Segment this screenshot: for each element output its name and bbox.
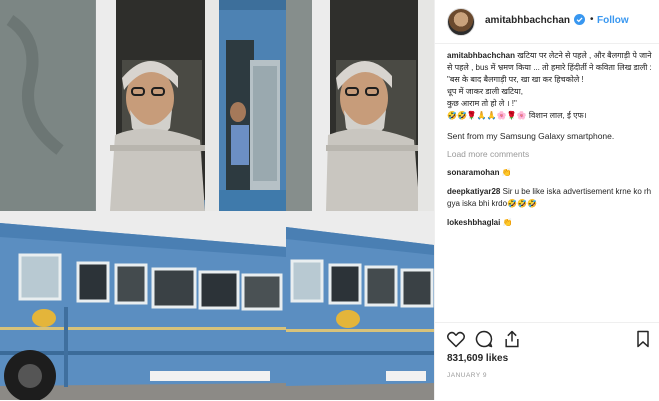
username-link[interactable]: amitabhbachchan <box>485 15 570 26</box>
verified-badge-icon <box>574 14 585 25</box>
post-side-panel: amitabhbachchan • Follow amitabhbachchan… <box>434 0 659 400</box>
caption-sent-from: Sent from my Samsung Galaxy smartphone. <box>447 131 615 141</box>
caption-line-2: धूप में जाकर डाली खटिया, <box>447 87 523 96</box>
bookmark-icon[interactable] <box>633 329 653 349</box>
comment-username[interactable]: deepkatiyar28 <box>447 187 500 196</box>
likes-count[interactable]: 831,609 likes <box>447 353 508 364</box>
comment-username[interactable]: lokeshbhaglai <box>447 218 500 227</box>
photo-blue-bus <box>0 211 286 400</box>
avatar[interactable] <box>447 8 475 36</box>
caption: amitabhbachchan खटिया पर लेटने से पहले ,… <box>447 50 652 122</box>
post-date[interactable]: JANUARY 9 <box>447 372 487 379</box>
caption-line-4: 🤣🤣🌹🙏🙏🌸🌹🌸 विशान लाल, ई एफ। <box>447 111 587 120</box>
comment: lokeshbhaglai 👏 <box>447 217 652 229</box>
comments-section: amitabhbachchan खटिया पर लेटने से पहले ,… <box>447 50 652 310</box>
post-header: amitabhbachchan • Follow <box>435 0 659 44</box>
comment: deepkatiyar28 Sir u be like iska adverti… <box>447 186 652 210</box>
photo-man-in-bus-window <box>0 0 286 211</box>
heart-icon[interactable] <box>446 329 466 349</box>
share-icon[interactable] <box>502 329 522 349</box>
follow-button[interactable]: Follow <box>597 15 629 26</box>
post-image-collage[interactable] <box>0 0 434 400</box>
comment-text: 👏 <box>502 218 513 227</box>
load-more-comments-link[interactable]: Load more comments <box>447 148 652 160</box>
separator-dot: • <box>590 14 594 25</box>
comment-username[interactable]: sonaramohan <box>447 168 499 177</box>
photo-man-in-bus-window-crop <box>286 0 434 211</box>
caption-username[interactable]: amitabhbachchan <box>447 51 515 60</box>
comment-icon[interactable] <box>474 329 494 349</box>
comment: sonaramohan 👏 <box>447 167 652 179</box>
photo-blue-bus-crop <box>286 211 434 400</box>
post-actions: 831,609 likes JANUARY 9 <box>435 322 659 401</box>
caption-line-3: कुछ आराम तो हो ले । !" <box>447 99 517 108</box>
comment-text: 👏 <box>501 168 512 177</box>
